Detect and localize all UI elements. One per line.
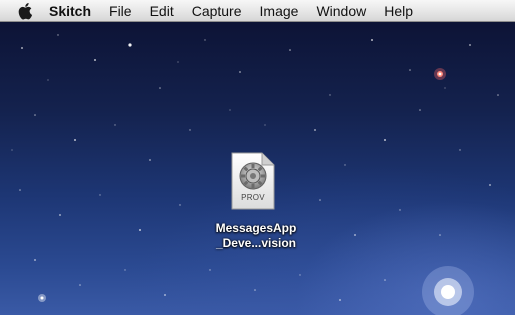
menu-edit[interactable]: Edit xyxy=(150,0,174,22)
menu-capture[interactable]: Capture xyxy=(192,0,242,22)
menu-window[interactable]: Window xyxy=(316,0,366,22)
menu-image[interactable]: Image xyxy=(260,0,299,22)
apple-logo-icon[interactable] xyxy=(18,2,34,20)
file-name-label: MessagesApp _Deve...vision xyxy=(196,221,316,251)
desktop-file-item[interactable]: PROV MessagesApp _Deve...vision xyxy=(216,150,296,250)
file-name-line-2: _Deve...vision xyxy=(215,236,297,250)
menu-bar: Skitch File Edit Capture Image Window He… xyxy=(0,0,515,22)
menu-app-name[interactable]: Skitch xyxy=(49,0,91,22)
file-type-badge: PROV xyxy=(241,193,265,202)
file-name-line-1: MessagesApp xyxy=(215,221,297,235)
menu-help[interactable]: Help xyxy=(384,0,413,22)
desktop[interactable]: PROV MessagesApp _Deve...vision xyxy=(0,0,515,315)
menu-file[interactable]: File xyxy=(109,0,132,22)
